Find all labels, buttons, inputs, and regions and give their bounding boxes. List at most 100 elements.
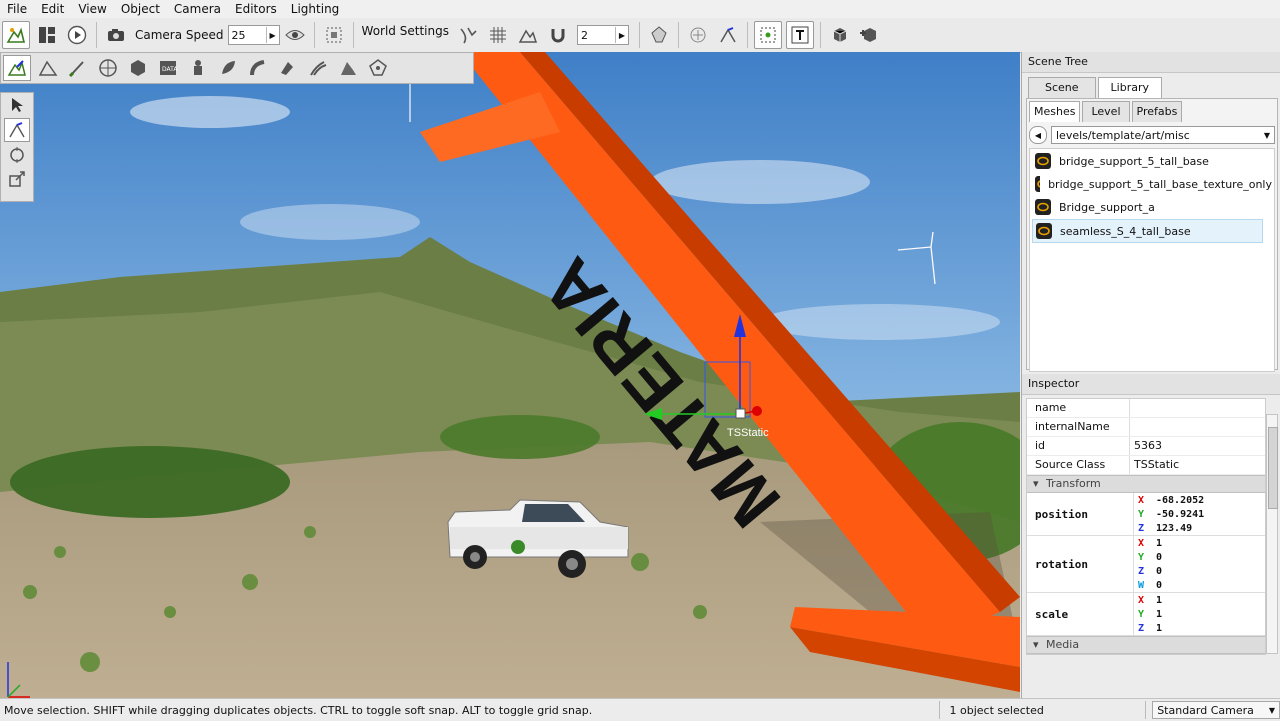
scale-y-value[interactable]: 1 <box>1150 609 1162 620</box>
rotation-w-value[interactable]: 0 <box>1150 580 1162 591</box>
object-box-button[interactable] <box>753 21 782 49</box>
property-value[interactable] <box>1130 418 1134 436</box>
add-prefab-button[interactable] <box>857 22 883 48</box>
snap-size-value[interactable]: 2 <box>578 29 615 42</box>
rotation-y-value[interactable]: 0 <box>1150 552 1162 563</box>
rotation-x-value[interactable]: 1 <box>1150 538 1162 549</box>
terrain-editor-icon <box>38 60 58 76</box>
camera-speed-spinner[interactable]: 25 ▶ <box>227 25 280 45</box>
fit-view-button[interactable] <box>321 22 347 48</box>
datablock-editor-tool[interactable]: DATA <box>155 56 181 80</box>
road-editor-tool[interactable] <box>245 56 271 80</box>
mesh-name: bridge_support_5_tall_base_texture_only <box>1048 177 1272 191</box>
world-settings-button[interactable]: World Settings <box>358 24 453 38</box>
camera-button[interactable] <box>103 22 129 48</box>
river-editor-tool[interactable] <box>305 56 331 80</box>
property-value[interactable] <box>1130 399 1134 417</box>
rotation-w-row[interactable]: W0 <box>1134 578 1265 592</box>
visibility-button[interactable] <box>282 22 308 48</box>
terrain-snap-icon <box>518 29 537 43</box>
rotation-z-row[interactable]: Z0 <box>1134 564 1265 578</box>
menu-file[interactable]: File <box>0 0 34 18</box>
list-item[interactable]: bridge_support_5_tall_base_texture_only <box>1032 173 1272 195</box>
play-button[interactable] <box>64 22 90 48</box>
scale-tool[interactable] <box>5 168 29 190</box>
camera-speed-arrow-icon[interactable]: ▶ <box>265 27 279 43</box>
scale-z-value[interactable]: 1 <box>1150 623 1162 634</box>
list-item[interactable]: bridge_support_5_tall_base <box>1032 150 1272 172</box>
scale-x-value[interactable]: 1 <box>1150 595 1162 606</box>
bounds-button[interactable] <box>646 22 672 48</box>
subtab-prefabs[interactable]: Prefabs <box>1131 101 1183 122</box>
mesh-file-icon <box>1035 176 1041 192</box>
path-dropdown[interactable]: levels/template/art/misc ▼ <box>1051 126 1275 144</box>
menu-view[interactable]: View <box>71 0 113 18</box>
object-editor-tool[interactable] <box>3 55 31 81</box>
camera-speed-label: Camera Speed <box>135 28 224 42</box>
arrow-pointer-icon <box>12 98 23 112</box>
viewport-3d[interactable]: MATERIA TSStatic <box>0 52 1020 698</box>
menu-camera[interactable]: Camera <box>167 0 228 18</box>
terrain-editor-tool[interactable] <box>35 56 61 80</box>
mesh-road-tool[interactable] <box>335 56 361 80</box>
forest-editor-tool[interactable] <box>215 56 241 80</box>
terrain-snap-button[interactable] <box>515 22 541 48</box>
menu-editors[interactable]: Editors <box>228 0 284 18</box>
tab-scene[interactable]: Scene <box>1028 77 1096 98</box>
scale-x-row[interactable]: X1 <box>1134 593 1265 607</box>
scale-z-row[interactable]: Z1 <box>1134 621 1265 635</box>
terrain-painter-tool[interactable] <box>65 56 91 80</box>
layout-button[interactable] <box>34 22 60 48</box>
camera-speed-value[interactable]: 25 <box>229 29 266 42</box>
object-transform-button[interactable] <box>715 22 741 48</box>
menu-edit[interactable]: Edit <box>34 0 71 18</box>
subtab-meshes[interactable]: Meshes <box>1029 101 1081 122</box>
transform-section-header[interactable]: ▾ Transform <box>1027 475 1265 493</box>
material-editor-tool[interactable] <box>125 56 151 80</box>
property-row: id 5363 <box>1027 437 1265 456</box>
menu-lighting[interactable]: Lighting <box>284 0 347 18</box>
list-item[interactable]: Bridge_support_a <box>1032 196 1272 218</box>
scene-tree-title: Scene Tree <box>1022 52 1280 73</box>
scale-y-row[interactable]: Y1 <box>1134 607 1265 621</box>
sky-editor-tool[interactable] <box>95 56 121 80</box>
position-z-row[interactable]: Z 123.49 <box>1134 521 1265 535</box>
tab-library[interactable]: Library <box>1097 77 1163 98</box>
snap-object-button[interactable] <box>455 22 481 48</box>
subtab-level[interactable]: Level <box>1082 101 1130 122</box>
rotation-y-row[interactable]: Y0 <box>1134 550 1265 564</box>
snap-size-arrow-icon[interactable]: ▶ <box>614 27 628 43</box>
rotation-x-row[interactable]: X1 <box>1134 536 1265 550</box>
inspector-scrollbar[interactable] <box>1266 414 1278 654</box>
position-z-value[interactable]: 123.49 <box>1150 523 1192 534</box>
rotate-tool[interactable] <box>5 144 29 166</box>
world-editor-button[interactable] <box>2 21 30 49</box>
menu-object[interactable]: Object <box>114 0 167 18</box>
mesh-file-icon <box>1035 199 1051 215</box>
mesh-road-icon <box>341 62 356 75</box>
navmesh-tool[interactable] <box>365 56 391 80</box>
camera-mode-select[interactable]: Standard Camera ▼ <box>1152 701 1280 719</box>
list-item-selected[interactable]: seamless_S_4_tall_base <box>1032 219 1263 243</box>
grid-snap-button[interactable] <box>485 22 511 48</box>
soft-snap-button[interactable] <box>545 22 571 48</box>
snap-size-spinner[interactable]: 2 ▶ <box>576 25 629 45</box>
position-y-value[interactable]: -50.9241 <box>1150 509 1204 520</box>
move-tool[interactable] <box>4 118 30 142</box>
select-tool[interactable] <box>5 94 29 116</box>
drop-object-button[interactable] <box>827 22 853 48</box>
position-x-value[interactable]: -68.2052 <box>1150 495 1204 506</box>
inspector-panel: Inspector name internalName id 5363 Sour… <box>1021 374 1280 698</box>
scrollbar-thumb[interactable] <box>1268 427 1278 509</box>
particle-icon <box>194 60 202 75</box>
position-y-row[interactable]: Y -50.9241 <box>1134 507 1265 521</box>
back-arrow-icon[interactable]: ◀ <box>1029 126 1047 144</box>
particle-editor-tool[interactable] <box>185 56 211 80</box>
text-label-button[interactable] <box>785 21 814 49</box>
rotation-z-value[interactable]: 0 <box>1150 566 1162 577</box>
position-x-row[interactable]: X -68.2052 <box>1134 493 1265 507</box>
mesh-list: bridge_support_5_tall_base bridge_suppor… <box>1029 148 1275 372</box>
decal-editor-tool[interactable] <box>275 56 301 80</box>
selection-center-button[interactable] <box>685 22 711 48</box>
media-section-header[interactable]: ▾ Media <box>1027 636 1265 654</box>
